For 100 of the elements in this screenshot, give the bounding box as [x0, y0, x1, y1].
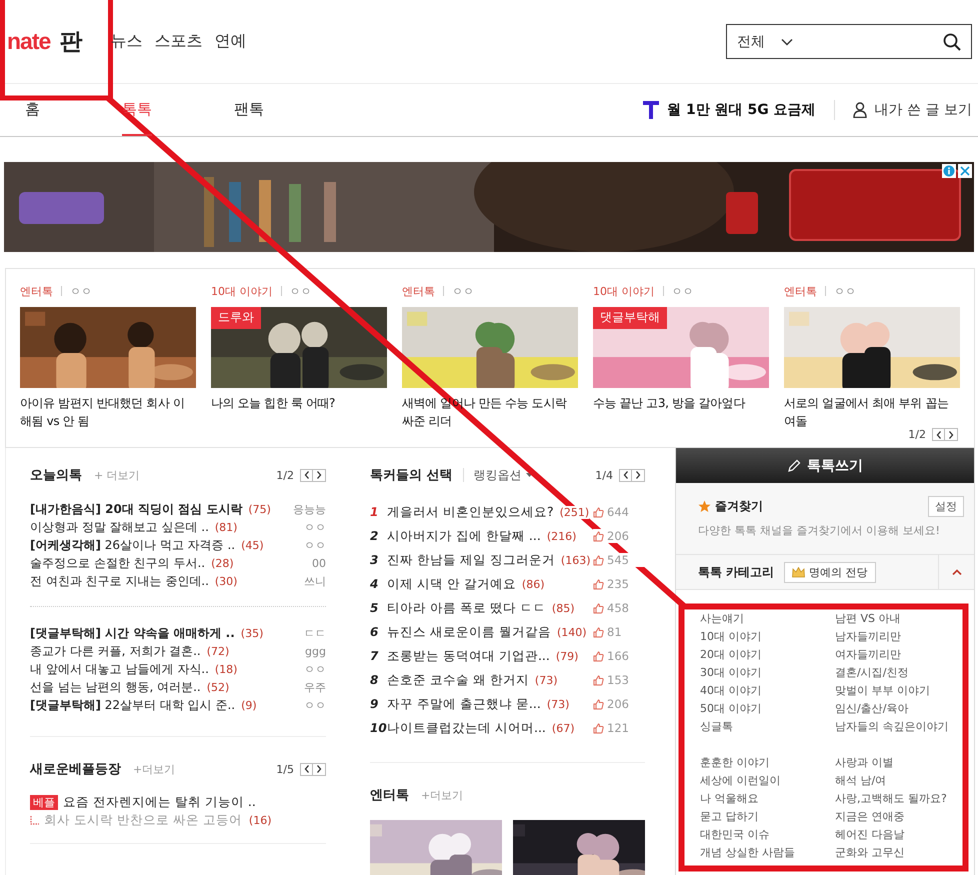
category-link[interactable]: 싱글톡: [700, 718, 835, 736]
hall-of-fame-button[interactable]: 명예의 전당: [784, 562, 876, 582]
post-title[interactable]: 서로의 얼굴에서 최애 부위 꼽는 여돌: [784, 394, 960, 430]
search-scope[interactable]: 전체: [737, 32, 765, 50]
post-link[interactable]: 술주정으로 손절한 친구의 두서..: [30, 554, 206, 572]
post-link[interactable]: 손호준 코수술 왜 한거지: [387, 672, 529, 688]
category-link[interactable]: 남편 VS 아내: [835, 610, 965, 628]
site-logo[interactable]: nate: [7, 28, 50, 55]
nav-link[interactable]: 연예: [214, 31, 246, 52]
prev-button[interactable]: [300, 468, 313, 482]
settings-button[interactable]: 설정: [928, 496, 964, 517]
next-button[interactable]: [313, 762, 326, 776]
category-link[interactable]: 20대 이야기: [700, 646, 835, 664]
category-link[interactable]: 40대 이야기: [700, 682, 835, 700]
post-link[interactable]: 선을 넘는 남편의 행동, 여러분..: [30, 678, 201, 696]
post-link[interactable]: 진짜 한남들 제일 징그러운거: [387, 552, 555, 568]
category-link[interactable]: 여자들끼리만: [835, 646, 965, 664]
next-button[interactable]: [313, 468, 326, 482]
category-link[interactable]: 헤어진 다음날: [835, 826, 965, 844]
category-link[interactable]: 사랑과 이별: [835, 754, 965, 772]
category-link[interactable]: 나 억울해요: [700, 790, 835, 808]
category-link[interactable]: 10대 이야기: [700, 628, 835, 646]
comment-count: (85): [552, 602, 574, 614]
promo-link[interactable]: 월 1만 원대 5G 요금제: [667, 101, 816, 119]
post-link[interactable]: 요즘 전자렌지에는 탈취 기능이 ..: [63, 794, 256, 810]
info-icon[interactable]: [942, 164, 956, 178]
category-link[interactable]: 해석 남/여: [835, 772, 965, 790]
category-link[interactable]: 맞벌이 부부 이야기: [835, 682, 965, 700]
post-link[interactable]: 종교가 다른 커플, 저희가 결혼..: [30, 642, 201, 660]
category-link[interactable]: 군화와 고무신: [835, 844, 965, 862]
post-link[interactable]: [어케생각해] 26살이나 먹고 자격증 ..: [30, 536, 236, 554]
post-link[interactable]: 뉴진스 새로운이름 뭘거같음: [387, 624, 551, 640]
rank-number: 8: [370, 673, 380, 687]
post-title[interactable]: 아이유 밤편지 반대했던 회사 이 해됨 vs 안 됨: [20, 394, 196, 430]
category-link[interactable]: 묻고 답하기: [700, 808, 835, 826]
nav-link[interactable]: 스포츠: [154, 31, 202, 52]
category-link[interactable]: 엔터톡: [402, 284, 435, 298]
post-link[interactable]: 전 여친과 친구로 지내는 중인데..: [30, 572, 209, 590]
prev-button[interactable]: [300, 762, 313, 776]
post-link[interactable]: 이상형과 정말 잘해보고 싶은데 ..: [30, 518, 209, 536]
rank-number: 5: [370, 601, 380, 615]
category-link[interactable]: 10대 이야기: [593, 284, 654, 298]
category-link[interactable]: 사는얘기: [700, 610, 835, 628]
category-link[interactable]: 임신/출산/육아: [835, 700, 965, 718]
search-field[interactable]: 전체: [726, 24, 972, 59]
category-link[interactable]: 50대 이야기: [700, 700, 835, 718]
write-button[interactable]: 톡톡쓰기: [676, 448, 974, 483]
category-link[interactable]: 결혼/시집/친정: [835, 664, 965, 682]
category-link[interactable]: 30대 이야기: [700, 664, 835, 682]
category-link[interactable]: 개념 상실한 사람들: [700, 844, 835, 862]
favorites-title: 즐겨찾기: [715, 498, 763, 515]
category-title: 톡톡 카테고리: [698, 564, 774, 580]
post-title[interactable]: 나의 오늘 힙한 룩 어때?: [211, 394, 387, 430]
section-title: 톡커들의 선택: [370, 467, 453, 484]
comment-count: (52): [206, 680, 230, 694]
post-link[interactable]: 티아라 아름 폭로 떴다 ㄷㄷ: [387, 600, 546, 616]
post-link[interactable]: 게을러서 비혼인분있으세요?: [387, 504, 554, 520]
board-logo[interactable]: 판: [59, 26, 82, 57]
category-link[interactable]: 사랑,고백해도 될까요?: [835, 790, 965, 808]
tab[interactable]: 홈: [25, 84, 40, 136]
next-button[interactable]: [945, 428, 958, 441]
like-count: 166: [607, 649, 629, 663]
best-badge: 베플: [30, 794, 58, 810]
category-link[interactable]: 남자들의 속깊은이야기: [835, 718, 965, 736]
post-link[interactable]: 시아버지가 집에 한달째 ...: [387, 528, 541, 544]
post-link[interactable]: 내 앞에서 대놓고 남들에게 자식..: [30, 660, 209, 678]
tab[interactable]: 팬톡: [234, 84, 264, 136]
my-posts-link[interactable]: 내가 쓴 글 보기: [874, 101, 972, 119]
post-link[interactable]: [댓글부탁해] 22살부터 대학 입시 준..: [30, 696, 236, 714]
thumbs-up-icon: [593, 602, 604, 614]
post-link[interactable]: 이제 시댁 안 갈거예요: [387, 576, 516, 592]
rank-number: 1: [370, 505, 380, 519]
comment-count: (67): [552, 722, 574, 734]
next-button[interactable]: [632, 468, 645, 482]
category-link[interactable]: 지금은 연애중: [835, 808, 965, 826]
post-link[interactable]: [내가한음식] 20대 직딩이 점심 도시락: [30, 500, 242, 518]
post-title[interactable]: 수능 끝난 고3, 방을 갈아엎다: [593, 394, 769, 430]
category-link[interactable]: 10대 이야기: [211, 284, 272, 298]
search-icon[interactable]: [943, 32, 961, 50]
category-link[interactable]: 세상에 이런일이: [700, 772, 835, 790]
rank-number: 7: [370, 649, 380, 663]
author-name: ㅇㅇ: [70, 284, 92, 298]
comment-count: (79): [556, 650, 578, 662]
category-link[interactable]: 엔터톡: [20, 284, 53, 298]
comment-count: (72): [206, 644, 230, 658]
prev-button[interactable]: [619, 468, 632, 482]
category-link[interactable]: 엔터톡: [784, 284, 817, 298]
thumbs-up-icon: [593, 554, 604, 566]
prev-button[interactable]: [932, 428, 945, 441]
rank-number: 4: [370, 577, 380, 591]
category-link[interactable]: 대한민국 이슈: [700, 826, 835, 844]
category-link[interactable]: 훈훈한 이야기: [700, 754, 835, 772]
post-link[interactable]: 나이트클럽갔는데 시어머...: [387, 720, 546, 736]
ranking-option-dropdown[interactable]: 랭킹옵션: [474, 466, 533, 484]
post-link[interactable]: 조롱받는 동덕여대 기업관...: [387, 648, 550, 664]
post-link[interactable]: 자꾸 주말에 출근했냐 묻...: [387, 696, 541, 712]
post-link[interactable]: [댓글부탁해] 시간 약속을 애매하게 ..: [30, 624, 235, 642]
category-link[interactable]: 남자들끼리만: [835, 628, 965, 646]
tab[interactable]: 톡톡: [122, 84, 152, 136]
close-icon[interactable]: [958, 164, 972, 178]
